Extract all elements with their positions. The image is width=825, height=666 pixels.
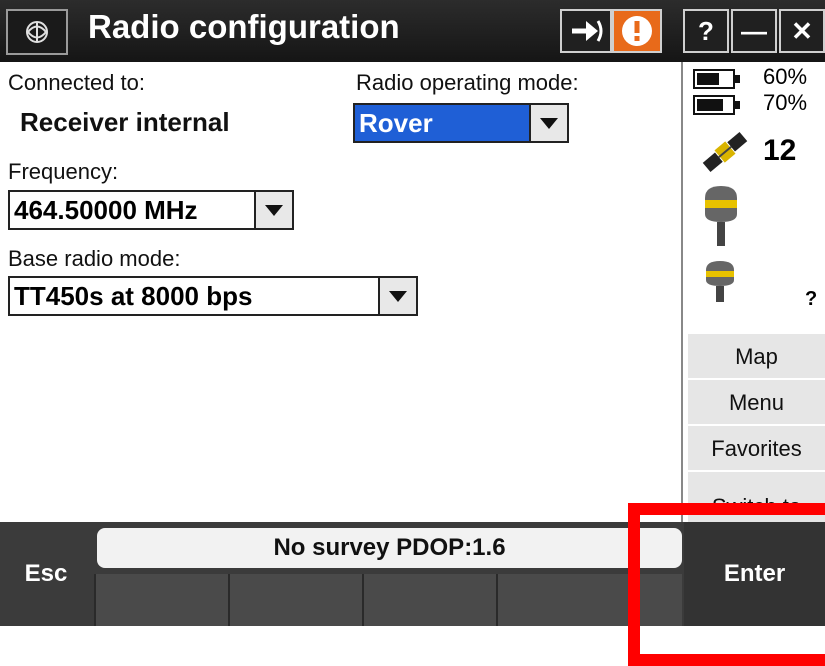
softkey-slot-3[interactable] <box>362 574 496 626</box>
battery-2-level: 70% <box>763 90 808 115</box>
battery-icon <box>693 94 741 121</box>
window-title: Radio configuration <box>88 8 400 45</box>
gnss-receiver-icon[interactable] <box>703 260 737 309</box>
connection-arrow-icon[interactable] <box>560 9 612 53</box>
esc-button[interactable]: Esc <box>0 522 92 626</box>
connected-to-value: Receiver internal <box>20 107 230 137</box>
gnss-receiver-icon[interactable] <box>701 184 741 253</box>
title-bar: Radio configuration ? — ✕ <box>0 0 825 62</box>
frequency-label: Frequency: <box>8 159 119 184</box>
satellite-count: 12 <box>763 134 797 167</box>
radio-operating-mode-value: Rover <box>359 108 433 138</box>
frequency-value: 464.50000 MHz <box>14 195 198 225</box>
status-line: No survey PDOP:1.6 <box>97 528 682 568</box>
close-button[interactable]: ✕ <box>779 9 825 53</box>
receiver-unknown-status: ? <box>805 288 818 310</box>
minimize-button[interactable]: — <box>731 9 777 53</box>
base-radio-mode-label: Base radio mode: <box>8 246 181 271</box>
warning-icon[interactable] <box>612 9 662 53</box>
battery-icon <box>693 68 741 95</box>
base-radio-mode-value: TT450s at 8000 bps <box>14 281 253 311</box>
softkey-slot-1[interactable] <box>94 574 228 626</box>
map-button[interactable]: Map <box>688 333 825 378</box>
app-icon[interactable] <box>6 9 68 55</box>
satellite-icon[interactable] <box>699 126 751 183</box>
annotation-highlight-box <box>628 503 825 666</box>
chevron-down-icon[interactable] <box>378 278 416 314</box>
help-button[interactable]: ? <box>683 9 729 53</box>
radio-operating-mode-label: Radio operating mode: <box>356 70 579 95</box>
connected-to-label: Connected to: <box>8 70 145 95</box>
menu-button[interactable]: Menu <box>688 379 825 424</box>
softkey-slot-2[interactable] <box>228 574 362 626</box>
frequency-select[interactable]: 464.50000 MHz <box>8 190 294 230</box>
battery-1-level: 60% <box>763 64 808 89</box>
status-sidebar: 60% 70% 12 ? Map Menu Favorites Switch t… <box>683 62 825 522</box>
chevron-down-icon[interactable] <box>529 105 567 141</box>
favorites-button[interactable]: Favorites <box>688 425 825 470</box>
chevron-down-icon[interactable] <box>254 192 292 228</box>
form-area: Connected to: Receiver internal Radio op… <box>0 62 683 522</box>
base-radio-mode-select[interactable]: TT450s at 8000 bps <box>8 276 418 316</box>
radio-operating-mode-select[interactable]: Rover <box>353 103 569 143</box>
